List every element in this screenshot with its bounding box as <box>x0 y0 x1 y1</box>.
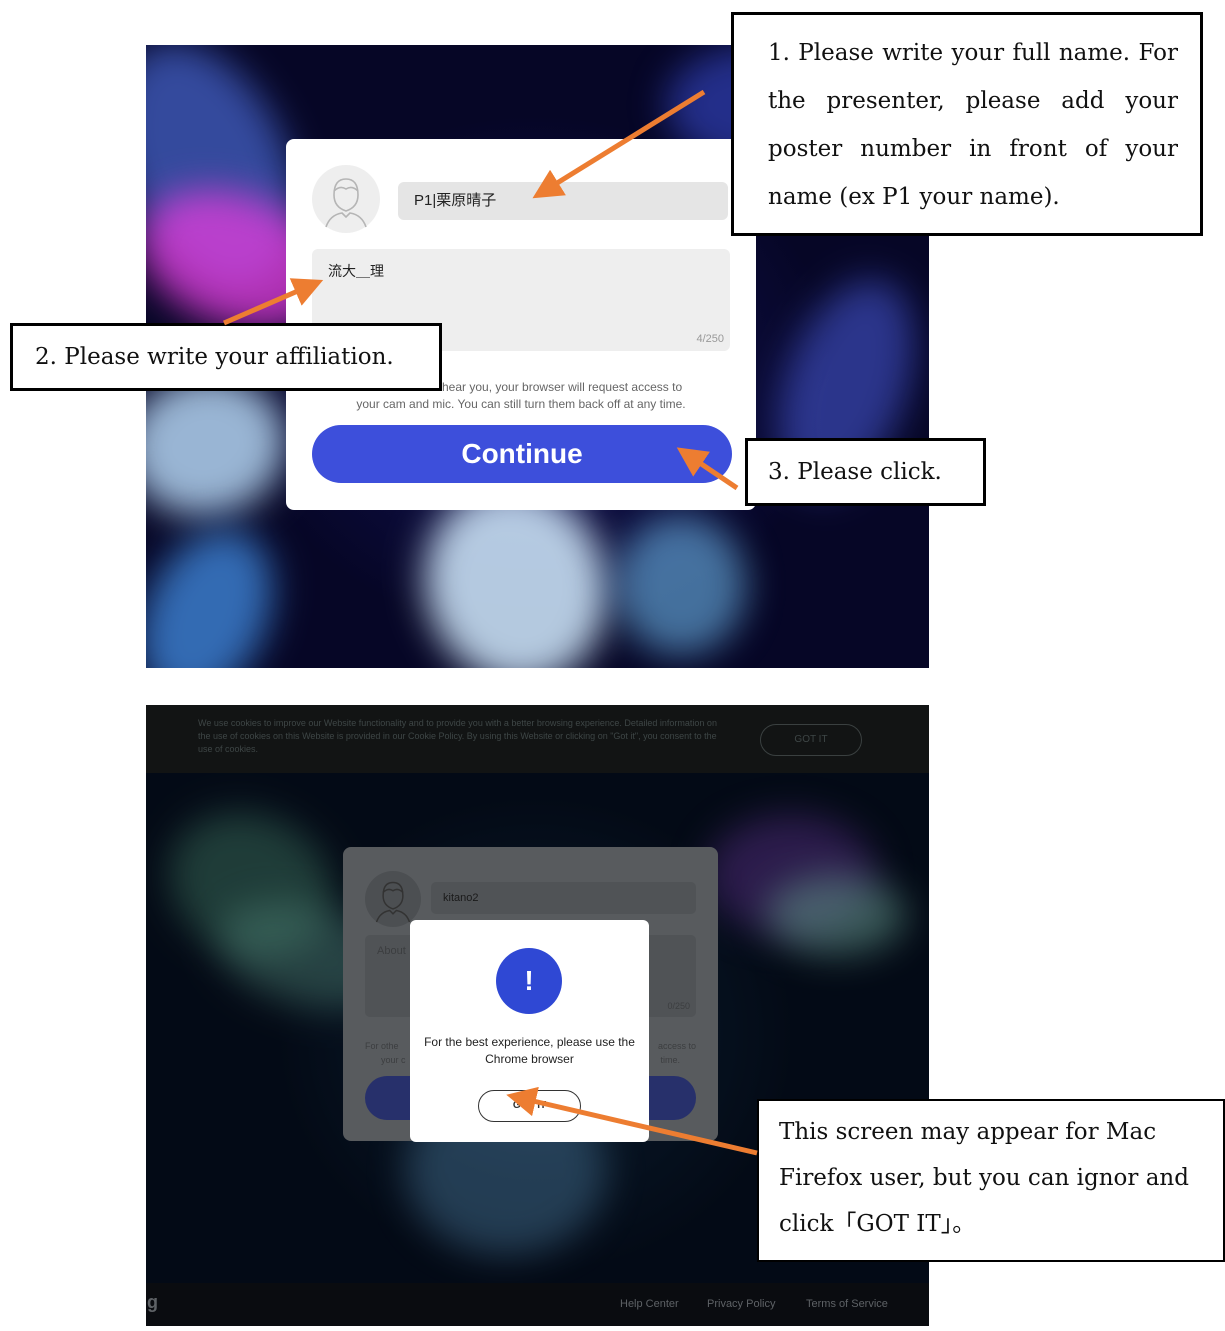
footer-link-privacy[interactable]: Privacy Policy <box>707 1298 775 1310</box>
notice-left-2: your c <box>381 1055 406 1065</box>
cookie-got-it-button[interactable]: GOT IT <box>760 724 862 756</box>
light-ray <box>146 508 299 668</box>
notice-left: For othe <box>365 1041 399 1051</box>
notice-right-2: time. <box>660 1055 680 1065</box>
callout-step-3: 3. Please click. <box>745 438 986 506</box>
callout-step-2: 2. Please write your affiliation. <box>10 323 442 391</box>
footer: ig Help Center Privacy Policy Terms of S… <box>146 1283 929 1326</box>
footer-logo: ig <box>146 1292 158 1312</box>
user-avatar-icon <box>325 178 367 228</box>
modal-got-it-button[interactable]: GOT IT <box>478 1090 581 1122</box>
avatar[interactable] <box>365 871 421 927</box>
browser-warning-modal: ! For the best experience, please use th… <box>410 920 649 1142</box>
about-placeholder: About <box>377 945 406 957</box>
permission-notice-line2: your cam and mic. You can still turn the… <box>356 397 686 411</box>
continue-button[interactable]: Continue <box>312 425 732 483</box>
name-input[interactable]: kitano2 <box>431 882 696 914</box>
character-counter: 0/250 <box>667 1001 690 1011</box>
character-counter: 4/250 <box>696 333 724 345</box>
avatar[interactable] <box>312 165 380 233</box>
notice-right: access to <box>657 1041 696 1051</box>
callout-step-1: 1. Please write your full name. For the … <box>731 12 1203 236</box>
cookie-banner: We use cookies to improve our Website fu… <box>146 705 929 773</box>
affiliation-value: 流大＿理 <box>328 263 384 279</box>
exclamation-icon: ! <box>496 948 562 1014</box>
modal-message: For the best experience, please use the … <box>424 1035 635 1066</box>
callout-firefox-note: This screen may appear for Mac Firefox u… <box>757 1099 1225 1262</box>
name-input[interactable]: P1|栗原晴子 <box>398 182 728 220</box>
footer-link-terms[interactable]: Terms of Service <box>806 1298 888 1310</box>
cookie-text: We use cookies to improve our Website fu… <box>198 718 717 754</box>
light-ray <box>616 515 746 655</box>
user-avatar-icon <box>375 881 411 923</box>
footer-link-help[interactable]: Help Center <box>620 1298 679 1310</box>
